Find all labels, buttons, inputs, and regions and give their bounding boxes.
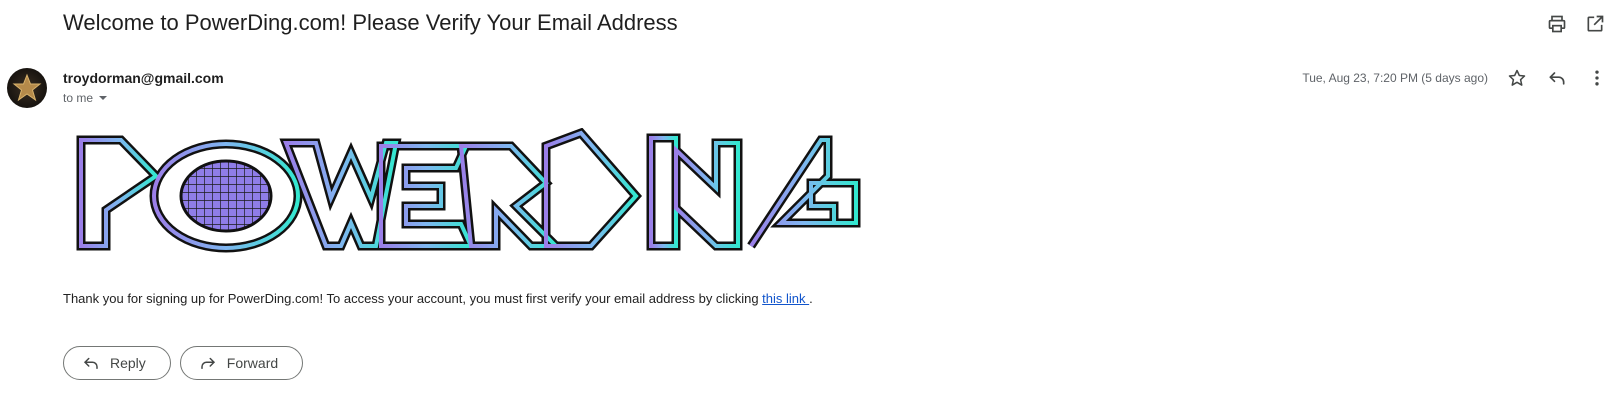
body-text-before-link: Thank you for signing up for PowerDing.c… bbox=[63, 291, 763, 306]
email-date: Tue, Aug 23, 7:20 PM (5 days ago) bbox=[1302, 71, 1488, 85]
reply-icon[interactable] bbox=[1545, 66, 1569, 90]
forward-icon bbox=[201, 357, 215, 369]
body-text-after-link: . bbox=[809, 291, 813, 306]
reply-button[interactable]: Reply bbox=[63, 346, 171, 380]
thread-toolbar bbox=[1545, 12, 1607, 36]
recipient-label: to me bbox=[63, 91, 94, 105]
message-toolbar bbox=[1505, 66, 1609, 90]
email-subject: Welcome to PowerDing.com! Please Verify … bbox=[63, 10, 678, 35]
powerding-logo bbox=[76, 128, 861, 253]
email-body: Thank you for signing up for PowerDing.c… bbox=[63, 291, 813, 306]
recipient-details-toggle[interactable]: to me bbox=[63, 91, 109, 105]
forward-label: Forward bbox=[226, 355, 279, 371]
forward-button[interactable]: Forward bbox=[179, 346, 304, 380]
more-vertical-icon[interactable] bbox=[1585, 66, 1609, 90]
star-icon[interactable] bbox=[1505, 66, 1529, 90]
print-icon[interactable] bbox=[1545, 12, 1569, 36]
message-actions: Reply Forward bbox=[63, 346, 304, 380]
avatar[interactable] bbox=[7, 68, 47, 108]
verify-email-link[interactable]: this link bbox=[762, 291, 809, 306]
reply-icon bbox=[84, 357, 98, 369]
reply-label: Reply bbox=[110, 355, 146, 371]
sender-avatar-star-icon bbox=[12, 73, 42, 102]
open-in-new-window-icon[interactable] bbox=[1583, 12, 1607, 36]
caret-down-icon bbox=[99, 96, 108, 100]
sender-name[interactable]: troydorman@gmail.com bbox=[63, 70, 224, 86]
